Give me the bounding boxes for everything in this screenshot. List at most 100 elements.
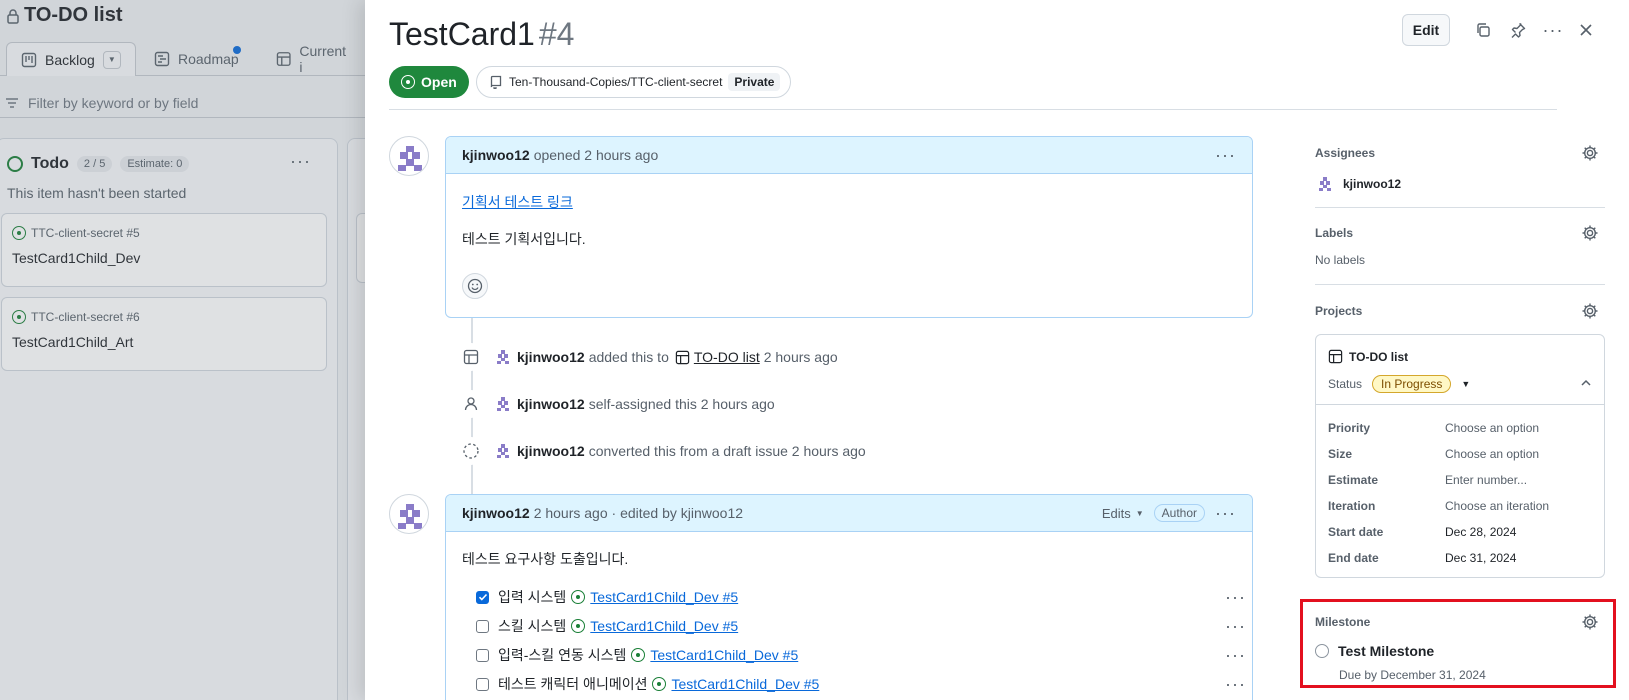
column-menu-icon[interactable]: ···: [290, 151, 311, 172]
column-subtitle: This item hasn't been started: [7, 185, 187, 201]
edit-button[interactable]: Edit: [1402, 14, 1450, 46]
comment-author[interactable]: kjinwoo12: [462, 147, 530, 163]
triangle-down-icon[interactable]: ▼: [1461, 379, 1470, 389]
tab-options-button[interactable]: ▼: [102, 50, 121, 69]
board-title: TO-DO list: [6, 4, 123, 27]
timeline-event: kjinwoo12 converted this from a draft is…: [457, 436, 866, 466]
field-key: Priority: [1328, 421, 1371, 435]
milestone-title[interactable]: Test Milestone: [1338, 643, 1434, 659]
tab-backlog-label: Backlog: [45, 51, 95, 68]
pin-icon[interactable]: [1504, 14, 1532, 46]
task-label: 스킬 시스템: [498, 618, 567, 634]
column-count: 2 / 5: [76, 156, 113, 172]
notification-dot: [233, 46, 241, 54]
kebab-icon[interactable]: ···: [1225, 616, 1246, 637]
projects-heading: Projects: [1315, 304, 1363, 318]
project-name[interactable]: TO-DO list: [1328, 349, 1408, 364]
kebab-icon[interactable]: ···: [1225, 645, 1246, 666]
assignees-section: Assignees kjinwoo12: [1315, 144, 1605, 191]
field-key: Estimate: [1328, 473, 1379, 487]
person-icon: [457, 390, 485, 418]
avatar[interactable]: [389, 494, 429, 534]
tab-current[interactable]: Current i: [262, 42, 365, 76]
task-checkbox[interactable]: [476, 677, 489, 691]
comment-body: 테스트 기획서입니다.: [462, 231, 586, 247]
open-issue-icon: [571, 590, 586, 604]
chevron-up-icon[interactable]: [1580, 377, 1592, 389]
filter-bar[interactable]: Filter by keyword or by field: [0, 88, 365, 118]
task-checkbox[interactable]: [476, 619, 489, 633]
field-value[interactable]: Enter number...: [1445, 473, 1527, 487]
labels-section: Labels No labels: [1315, 224, 1605, 267]
open-issue-icon: [401, 75, 415, 89]
column-header: Todo 2 / 5 Estimate: 0: [7, 155, 190, 173]
table-icon: [1328, 349, 1343, 364]
kebab-icon[interactable]: ···: [1225, 674, 1246, 695]
status-label: Status: [1328, 377, 1363, 391]
gear-icon[interactable]: [1581, 613, 1599, 631]
task-issue-link[interactable]: TestCard1Child_Dev #5: [590, 589, 738, 605]
comment-header: kjinwoo12 2 hours ago · edited by kjinwo…: [446, 495, 1252, 532]
open-issue-icon: [571, 619, 586, 633]
task-checkbox[interactable]: [476, 590, 489, 604]
repo-name: Ten-Thousand-Copies/TTC-client-secret: [509, 75, 723, 89]
close-icon[interactable]: [1573, 14, 1599, 46]
smiley-icon[interactable]: [462, 273, 488, 299]
card-title[interactable]: TestCard1Child_Dev: [12, 250, 140, 266]
status-badge[interactable]: In Progress: [1372, 375, 1452, 393]
task-issue-link[interactable]: TestCard1Child_Dev #5: [671, 676, 819, 692]
board-card[interactable]: TTC-client-secret #5 TestCard1Child_Dev: [1, 213, 327, 287]
gear-icon[interactable]: [1581, 224, 1599, 242]
avatar[interactable]: [493, 394, 513, 414]
issue-title: TestCard1 #4: [389, 16, 574, 53]
tab-backlog[interactable]: Backlog ▼: [6, 42, 136, 76]
timeline-event: kjinwoo12 added this to TO-DO list 2 hou…: [457, 342, 838, 372]
visibility-badge: Private: [728, 73, 781, 91]
edits-dropdown[interactable]: Edits ▼: [1102, 506, 1144, 521]
issue-title-text: TestCard1: [389, 16, 535, 52]
labels-heading: Labels: [1315, 226, 1354, 240]
avatar[interactable]: [493, 441, 513, 461]
avatar[interactable]: [389, 136, 429, 176]
assignee-item[interactable]: kjinwoo12: [1315, 174, 1401, 194]
assignee-name: kjinwoo12: [1343, 177, 1402, 191]
task-label: 입력 시스템: [498, 589, 567, 605]
field-value[interactable]: Dec 31, 2024: [1445, 551, 1516, 565]
kebab-icon[interactable]: ···: [1215, 145, 1236, 166]
kebab-icon[interactable]: ···: [1225, 587, 1246, 608]
board-card[interactable]: TTC-client-secret #6 TestCard1Child_Art: [1, 297, 327, 371]
column-estimate: Estimate: 0: [120, 156, 190, 172]
board-card[interactable]: [356, 213, 365, 283]
field-value[interactable]: Choose an option: [1445, 421, 1539, 435]
event-time: 2 hours ago: [763, 349, 838, 365]
comment-author[interactable]: kjinwoo12: [462, 505, 530, 521]
event-user[interactable]: kjinwoo12: [517, 349, 585, 365]
event-user[interactable]: kjinwoo12: [517, 396, 585, 412]
gear-icon[interactable]: [1581, 302, 1599, 320]
copy-icon[interactable]: [1469, 14, 1497, 46]
task-issue-link[interactable]: TestCard1Child_Dev #5: [650, 647, 798, 663]
card-ref: TTC-client-secret #6: [31, 310, 140, 324]
avatar[interactable]: [493, 347, 513, 367]
assignees-heading: Assignees: [1315, 146, 1376, 160]
issue-state-badge: Open: [389, 66, 469, 98]
repo-link[interactable]: Ten-Thousand-Copies/TTC-client-secret Pr…: [476, 66, 792, 98]
event-user[interactable]: kjinwoo12: [517, 443, 585, 459]
field-value[interactable]: Choose an option: [1445, 447, 1539, 461]
task-checkbox[interactable]: [476, 648, 489, 662]
avatar: [1319, 177, 1331, 191]
planning-doc-link[interactable]: 기획서 테스트 링크: [462, 192, 573, 212]
milestone-heading: Milestone: [1315, 615, 1371, 629]
milestone-item[interactable]: Test Milestone: [1315, 643, 1434, 659]
task-issue-link[interactable]: TestCard1Child_Dev #5: [590, 618, 738, 634]
event-text: converted this from a draft issue 2 hour…: [588, 443, 866, 459]
kebab-icon[interactable]: ···: [1215, 503, 1236, 524]
field-value[interactable]: Dec 28, 2024: [1445, 525, 1516, 539]
card-title[interactable]: TestCard1Child_Art: [12, 334, 133, 350]
field-value[interactable]: Choose an iteration: [1445, 499, 1549, 513]
comment-meta: 2 hours ago · edited by kjinwoo12: [533, 505, 744, 521]
gear-icon[interactable]: [1581, 144, 1599, 162]
kebab-icon[interactable]: ···: [1538, 14, 1568, 46]
project-link[interactable]: TO-DO list: [694, 349, 760, 365]
milestone-due: Due by December 31, 2024: [1339, 668, 1486, 682]
